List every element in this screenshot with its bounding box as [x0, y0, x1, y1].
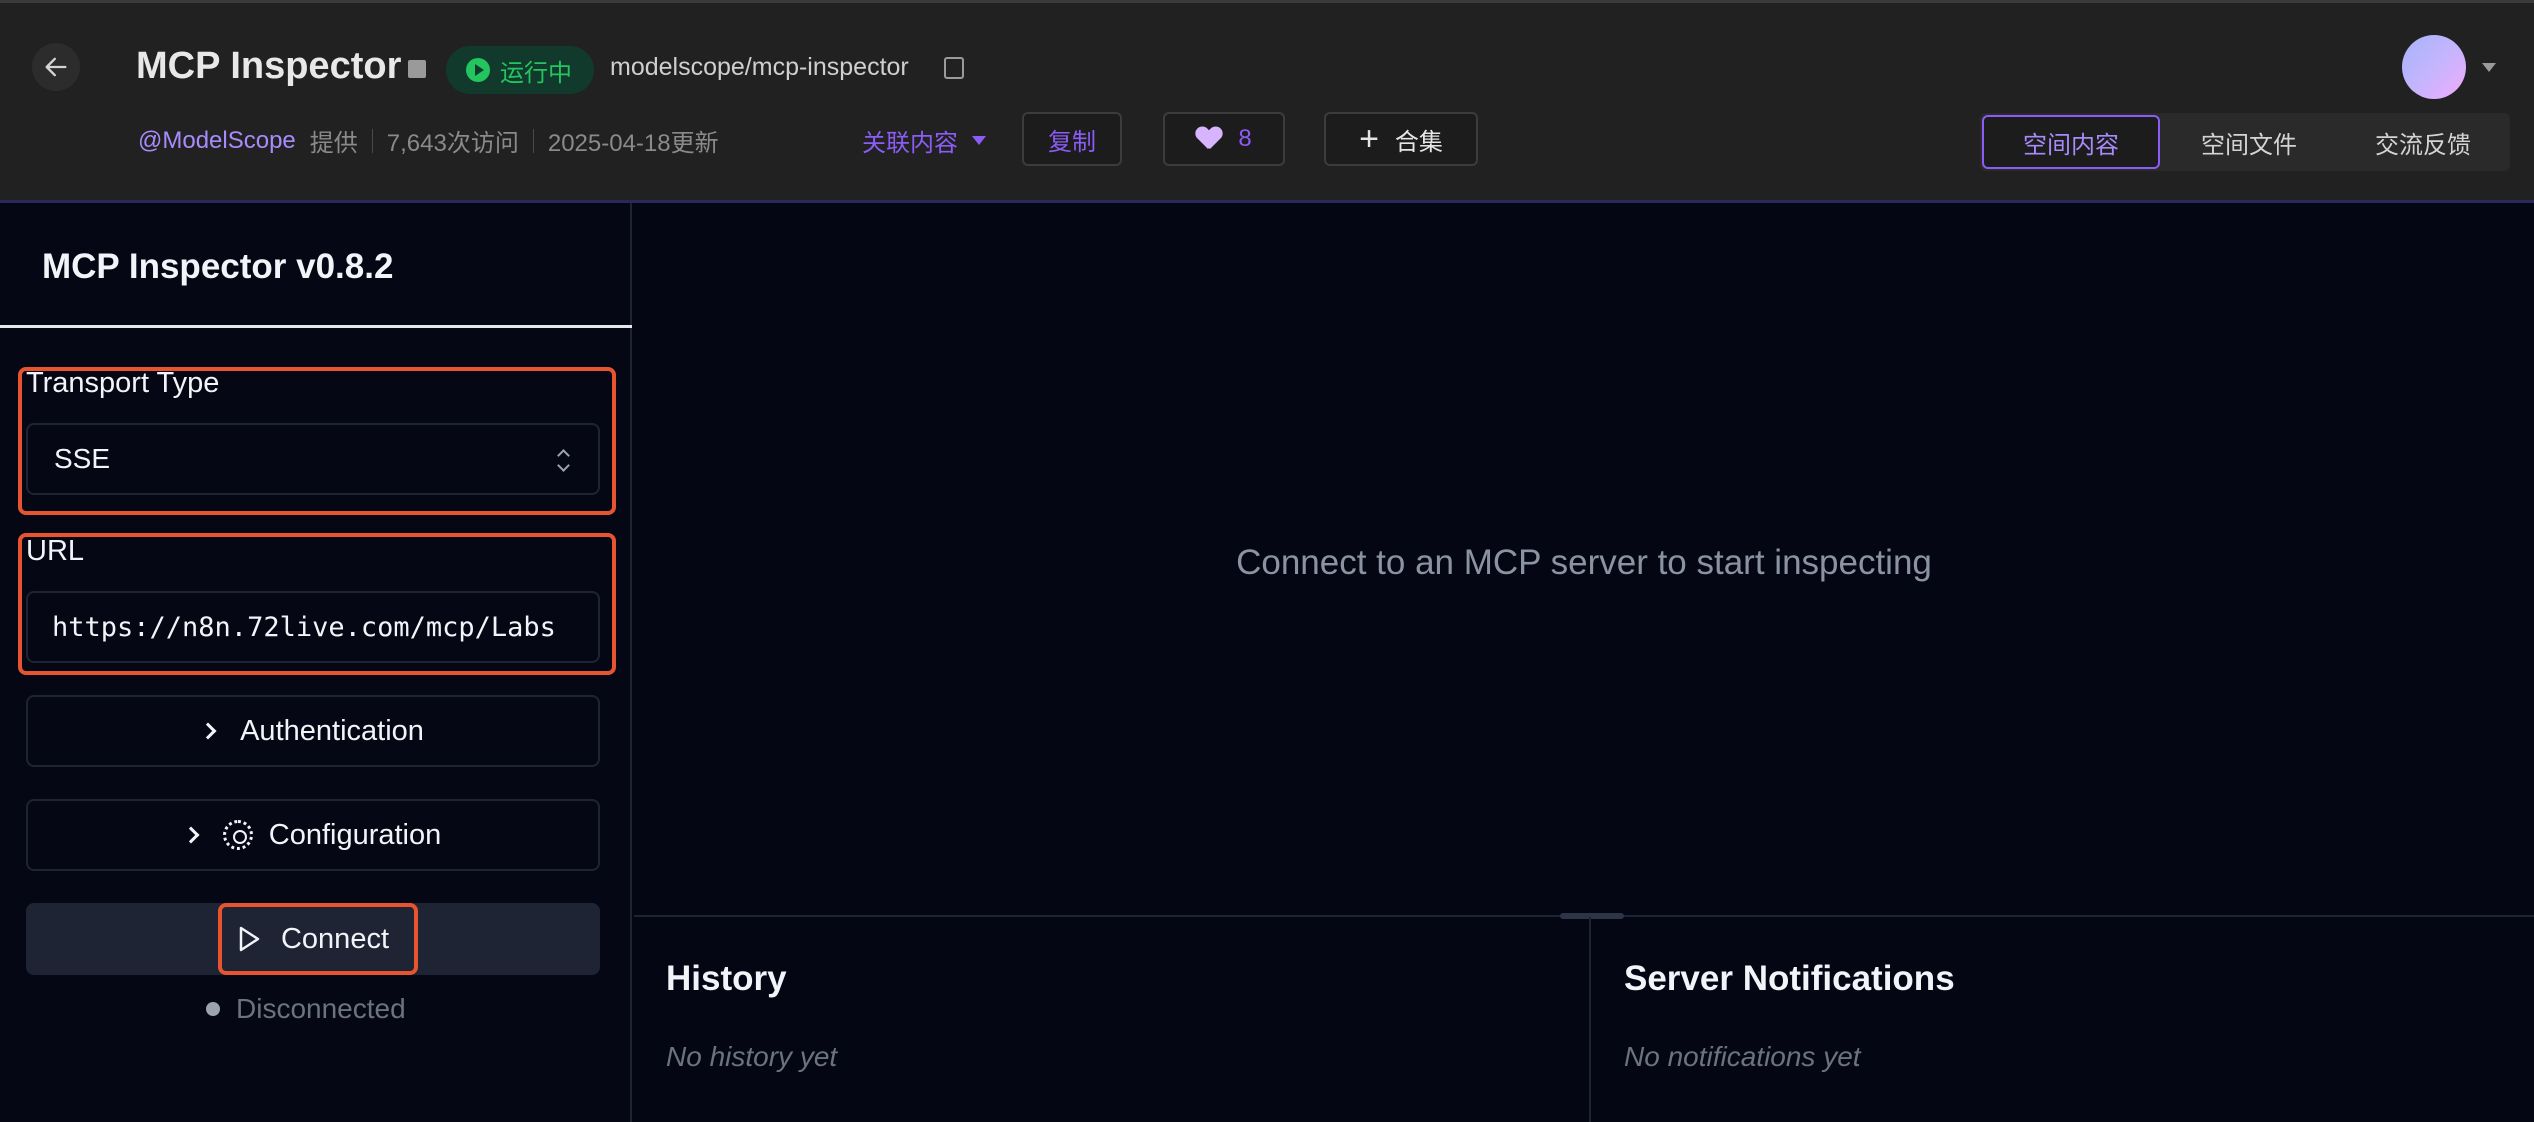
tab-space-content[interactable]: 空间内容 — [1982, 115, 2160, 169]
transport-type-label: Transport Type — [26, 367, 220, 399]
play-icon — [239, 926, 260, 952]
caret-down-icon[interactable] — [2482, 63, 2496, 72]
divider — [1589, 917, 1591, 1122]
copy-icon[interactable] — [944, 57, 964, 79]
space-tabs: 空间内容 空间文件 交流反馈 — [1980, 113, 2510, 171]
transport-type-select[interactable]: SSE — [26, 423, 600, 495]
avatar[interactable] — [2402, 35, 2466, 99]
repo-path: modelscope/mcp-inspector — [610, 53, 909, 81]
inspector-app: MCP Inspector v0.8.2 Transport Type SSE … — [0, 200, 2534, 1122]
provider-suffix: 提供 — [309, 130, 358, 157]
status-badge-label: 运行中 — [500, 59, 572, 87]
url-input[interactable] — [26, 591, 600, 663]
copy-space-button[interactable]: 复制 — [1022, 112, 1122, 166]
gear-icon — [222, 820, 253, 850]
notifications-empty: No notifications yet — [1624, 1041, 1861, 1072]
transport-type-value: SSE — [54, 443, 111, 474]
status-dot — [206, 1002, 220, 1016]
collection-label: 合集 — [1394, 128, 1443, 156]
space-title: MCP Inspector — [136, 45, 402, 87]
app-title: MCP Inspector v0.8.2 — [42, 247, 394, 286]
caret-down-icon — [972, 136, 986, 145]
add-collection-button[interactable]: + 合集 — [1324, 112, 1478, 166]
heart-icon — [1196, 127, 1222, 151]
provider-link[interactable]: @ModelScope — [138, 127, 296, 155]
divider — [532, 128, 534, 153]
space-meta: @ModelScope 提供 7,643次访问 2025-04-18更新 — [138, 123, 719, 158]
visit-count: 7,643次访问 — [386, 130, 519, 157]
related-content-dropdown[interactable]: 关联内容 — [862, 123, 986, 158]
main-panel: Connect to an MCP server to start inspec… — [634, 203, 2534, 1122]
divider — [0, 325, 632, 328]
configuration-toggle[interactable]: Configuration — [26, 799, 600, 871]
chevron-right-icon — [199, 722, 217, 740]
connect-button[interactable]: Connect — [26, 903, 600, 975]
empty-state-message: Connect to an MCP server to start inspec… — [1236, 543, 1932, 582]
updated-date: 2025-04-18更新 — [547, 130, 719, 157]
connect-label: Connect — [280, 922, 389, 955]
related-content-label: 关联内容 — [862, 130, 958, 157]
resize-handle[interactable] — [1560, 913, 1624, 919]
connection-status: Disconnected — [206, 993, 406, 1025]
status-badge: 运行中 — [446, 46, 594, 94]
info-icon[interactable] — [408, 60, 426, 78]
chevron-up-down-icon — [556, 449, 570, 473]
divider — [371, 128, 373, 153]
authentication-toggle[interactable]: Authentication — [26, 695, 600, 767]
tab-space-files[interactable]: 空间文件 — [2162, 113, 2336, 171]
sidebar: MCP Inspector v0.8.2 Transport Type SSE … — [0, 203, 632, 1122]
authentication-label: Authentication — [240, 714, 424, 747]
tab-feedback[interactable]: 交流反馈 — [2336, 113, 2510, 171]
play-circle-icon — [466, 58, 490, 82]
plus-icon: + — [1359, 120, 1379, 158]
space-header: MCP Inspector 运行中 modelscope/mcp-inspect… — [0, 0, 2534, 200]
url-label: URL — [26, 535, 85, 567]
connection-status-text: Disconnected — [236, 993, 406, 1024]
configuration-label: Configuration — [268, 818, 442, 851]
back-button[interactable] — [32, 43, 80, 91]
chevron-right-icon — [182, 826, 200, 844]
like-button[interactable]: 8 — [1163, 112, 1285, 166]
like-count: 8 — [1238, 125, 1252, 152]
arrow-left-icon — [45, 57, 67, 77]
history-empty: No history yet — [666, 1041, 838, 1072]
history-title: History — [666, 959, 787, 998]
notifications-title: Server Notifications — [1624, 959, 1955, 998]
copy-space-label: 复制 — [1048, 128, 1096, 156]
